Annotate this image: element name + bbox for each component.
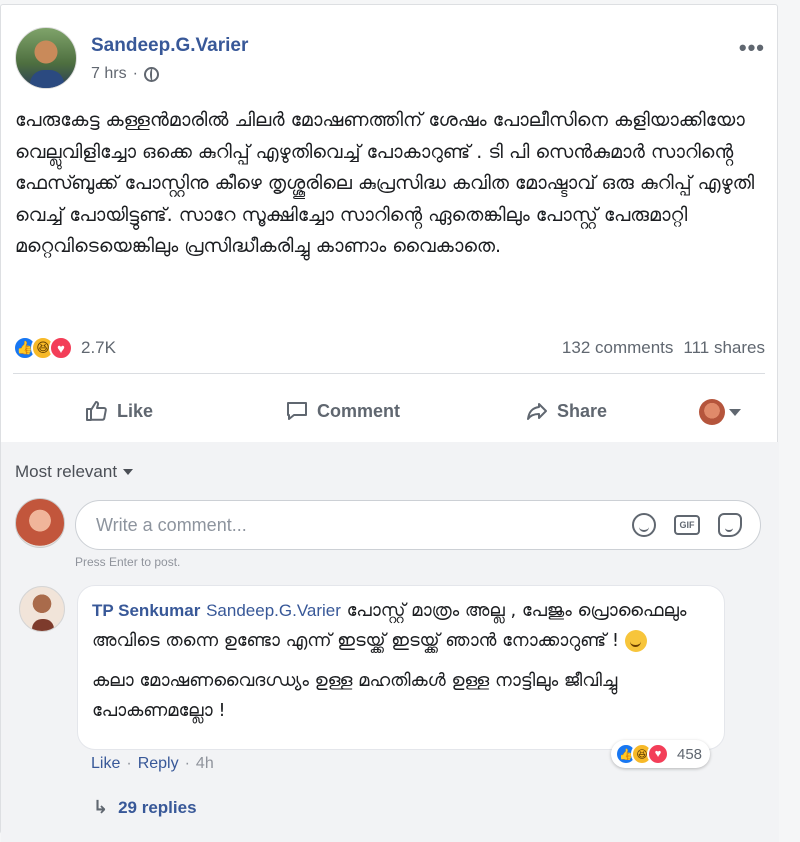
- stats-right: 132 comments 111 shares: [562, 338, 765, 358]
- separator: ·: [184, 755, 190, 772]
- comment-like-link[interactable]: Like: [91, 755, 120, 773]
- write-comment-input[interactable]: Write a comment... GIF: [75, 500, 761, 550]
- comments-section: Most relevant Write a comment... GIF Pre…: [1, 442, 779, 842]
- more-options-icon[interactable]: •••: [739, 35, 765, 61]
- love-reaction-icon: ♥: [647, 743, 669, 765]
- sticker-icon[interactable]: [718, 513, 742, 537]
- reaction-count[interactable]: 2.7K: [81, 338, 116, 358]
- press-enter-hint: Press Enter to post.: [75, 555, 181, 569]
- separator: ·: [126, 755, 132, 772]
- comment-sort-dropdown[interactable]: Most relevant: [15, 462, 134, 482]
- chevron-down-icon: [729, 408, 741, 416]
- reply-arrow-icon: ↳: [93, 797, 109, 817]
- replies-count: 29 replies: [118, 797, 197, 817]
- comment-actions: Like · Reply · 4h: [91, 755, 214, 773]
- share-label: Share: [557, 400, 608, 421]
- commenter-avatar[interactable]: [19, 586, 65, 632]
- post-actions: Like Comment Share: [13, 385, 765, 437]
- like-button[interactable]: Like: [85, 399, 153, 423]
- comment-para-1: TP Senkumar Sandeep.G.Varier പോസ്റ്റ് മാ…: [92, 596, 710, 656]
- share-button[interactable]: Share: [525, 399, 607, 423]
- like-label: Like: [117, 400, 154, 421]
- love-reaction-icon: ♥: [49, 336, 73, 360]
- comment-label: Comment: [317, 400, 401, 421]
- emoji-icon[interactable]: [632, 513, 656, 537]
- post-text: പേരുകേട്ട കള്ളൻമാരിൽ ചിലർ മോഷണത്തിന് ശേഷ…: [15, 109, 755, 257]
- comment-reactions[interactable]: 👍 😆 ♥ 458: [611, 740, 711, 768]
- post-stats: 👍 😆 ♥ 2.7K 132 comments 111 shares: [13, 333, 765, 363]
- thumbs-up-icon: [86, 401, 107, 421]
- post-card: Sandeep.G.Varier 7 hrs · ••• പേരുകേട്ട ക…: [0, 4, 779, 842]
- comment-reply-link[interactable]: Reply: [138, 755, 179, 773]
- post-as-selector[interactable]: [699, 399, 741, 425]
- author-block: Sandeep.G.Varier 7 hrs ·: [91, 35, 248, 89]
- post-time[interactable]: 7 hrs: [91, 65, 127, 83]
- gif-icon[interactable]: GIF: [674, 515, 700, 535]
- comment-text-2: കലാ മോഷണവൈദഗ്ധ്യം ഉള്ള മഹതികൾ ഉള്ള നാട്ട…: [92, 670, 618, 721]
- share-icon: [527, 403, 547, 420]
- comments-count[interactable]: 132 comments: [562, 338, 674, 358]
- comment-mention[interactable]: Sandeep.G.Varier: [206, 601, 341, 620]
- divider: [13, 373, 765, 374]
- author-avatar[interactable]: [15, 27, 77, 89]
- comment-author[interactable]: TP Senkumar: [92, 601, 200, 620]
- comment-placeholder: Write a comment...: [96, 514, 247, 535]
- wink-emoji-icon: [624, 630, 647, 652]
- comment-icon: [287, 402, 307, 420]
- current-user-avatar: [15, 498, 65, 548]
- post-header: Sandeep.G.Varier 7 hrs ·: [15, 27, 248, 89]
- comment-time[interactable]: 4h: [196, 755, 214, 773]
- caret-down-icon: [123, 469, 134, 475]
- comment-input-icons: GIF: [632, 513, 742, 537]
- shares-count[interactable]: 111 shares: [683, 338, 765, 358]
- view-replies-link[interactable]: ↳ 29 replies: [93, 797, 197, 818]
- post-meta: 7 hrs ·: [91, 65, 248, 83]
- dot-separator: ·: [132, 65, 138, 82]
- comment-button[interactable]: Comment: [285, 399, 400, 423]
- reaction-icons[interactable]: 👍 😆 ♥: [13, 336, 73, 360]
- author-name[interactable]: Sandeep.G.Varier: [91, 35, 248, 57]
- comment-reaction-count: 458: [677, 745, 703, 763]
- comment-bubble: TP Senkumar Sandeep.G.Varier പോസ്റ്റ് മാ…: [77, 585, 725, 750]
- globe-icon[interactable]: [143, 66, 159, 82]
- viewer-avatar: [699, 399, 725, 425]
- comment-sort-label: Most relevant: [15, 462, 118, 481]
